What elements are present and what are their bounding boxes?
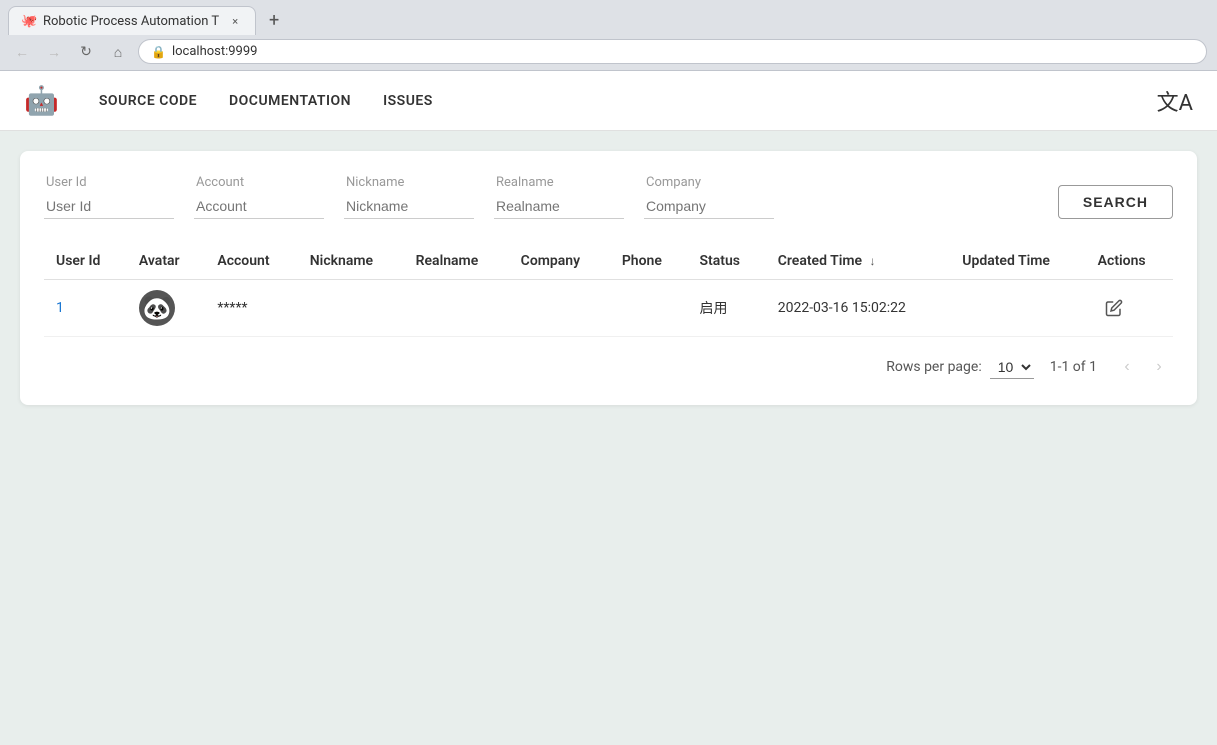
rows-per-page: Rows per page: 5 10 25 50: [886, 356, 1033, 379]
account-label: Account: [194, 175, 324, 190]
data-table: User Id Avatar Account Nickname Realname…: [44, 243, 1173, 337]
realname-input[interactable]: [494, 194, 624, 219]
edit-action-button[interactable]: [1098, 292, 1130, 324]
cell-status: 启用: [688, 280, 766, 337]
prev-page-button[interactable]: ‹: [1113, 353, 1141, 381]
company-label: Company: [644, 175, 774, 190]
col-realname: Realname: [404, 243, 509, 280]
table-row: 1 🐼 ***** 启用 2022-03-16 15:02:22: [44, 280, 1173, 337]
cell-account: *****: [205, 280, 297, 337]
tab-close-button[interactable]: ×: [227, 13, 243, 29]
url-text: localhost:9999: [172, 44, 258, 59]
cell-user-id: 1: [44, 280, 127, 337]
cell-realname: [404, 280, 509, 337]
user-id-input[interactable]: [44, 194, 174, 219]
reload-button[interactable]: ↻: [74, 40, 98, 64]
main-content: User Id Account Nickname Realname Compan…: [0, 131, 1217, 425]
next-page-button[interactable]: ›: [1145, 353, 1173, 381]
tab-bar: 🐙 Robotic Process Automation T × +: [0, 0, 1217, 35]
col-account: Account: [205, 243, 297, 280]
home-button[interactable]: ⌂: [106, 40, 130, 64]
sort-desc-icon: ↓: [870, 254, 876, 268]
pagination-row: Rows per page: 5 10 25 50 1-1 of 1 ‹ ›: [44, 337, 1173, 381]
data-card: User Id Account Nickname Realname Compan…: [20, 151, 1197, 405]
col-created-time[interactable]: Created Time ↓: [766, 243, 951, 280]
address-bar[interactable]: 🔒 localhost:9999: [138, 39, 1207, 64]
rows-per-page-select[interactable]: 5 10 25 50: [990, 356, 1034, 379]
cell-actions: [1086, 280, 1173, 337]
table-header: User Id Avatar Account Nickname Realname…: [44, 243, 1173, 280]
realname-label: Realname: [494, 175, 624, 190]
issues-link[interactable]: ISSUES: [383, 89, 433, 113]
table-body: 1 🐼 ***** 启用 2022-03-16 15:02:22: [44, 280, 1173, 337]
active-tab[interactable]: 🐙 Robotic Process Automation T ×: [8, 6, 256, 35]
col-updated-time: Updated Time: [950, 243, 1085, 280]
cell-updated-time: [950, 280, 1085, 337]
page-nav: ‹ ›: [1113, 353, 1173, 381]
tab-favicon: 🐙: [21, 14, 35, 28]
back-button[interactable]: ←: [10, 40, 34, 64]
col-avatar: Avatar: [127, 243, 205, 280]
account-input[interactable]: [194, 194, 324, 219]
col-company: Company: [509, 243, 610, 280]
user-id-field: User Id: [44, 175, 174, 219]
col-actions: Actions: [1086, 243, 1173, 280]
cell-nickname: [298, 280, 404, 337]
lock-icon: 🔒: [151, 45, 166, 59]
cell-avatar: 🐼: [127, 280, 205, 337]
filter-row: User Id Account Nickname Realname Compan…: [44, 175, 1173, 219]
address-bar-row: ← → ↻ ⌂ 🔒 localhost:9999: [0, 35, 1217, 70]
account-field: Account: [194, 175, 324, 219]
col-nickname: Nickname: [298, 243, 404, 280]
translate-icon[interactable]: 文A: [1157, 85, 1193, 117]
app-logo: 🤖: [24, 84, 59, 117]
col-user-id: User Id: [44, 243, 127, 280]
cell-phone: [610, 280, 688, 337]
realname-field: Realname: [494, 175, 624, 219]
col-phone: Phone: [610, 243, 688, 280]
tab-title: Robotic Process Automation T: [43, 14, 219, 29]
source-code-link[interactable]: SOURCE CODE: [99, 89, 197, 113]
avatar-emoji: 🐼: [142, 294, 172, 322]
rows-per-page-label: Rows per page:: [886, 359, 981, 375]
nickname-input[interactable]: [344, 194, 474, 219]
company-field: Company: [644, 175, 774, 219]
nickname-label: Nickname: [344, 175, 474, 190]
nav-links: SOURCE CODE DOCUMENTATION ISSUES: [99, 89, 1125, 113]
company-input[interactable]: [644, 194, 774, 219]
documentation-link[interactable]: DOCUMENTATION: [229, 89, 351, 113]
forward-button[interactable]: →: [42, 40, 66, 64]
nickname-field: Nickname: [344, 175, 474, 219]
browser-chrome: 🐙 Robotic Process Automation T × + ← → ↻…: [0, 0, 1217, 71]
cell-company: [509, 280, 610, 337]
cell-created-time: 2022-03-16 15:02:22: [766, 280, 951, 337]
page-info: 1-1 of 1: [1050, 359, 1097, 375]
user-id-label: User Id: [44, 175, 174, 190]
col-status: Status: [688, 243, 766, 280]
search-button[interactable]: SEARCH: [1058, 185, 1173, 219]
new-tab-button[interactable]: +: [260, 7, 288, 35]
avatar: 🐼: [139, 290, 175, 326]
app-header: 🤖 SOURCE CODE DOCUMENTATION ISSUES 文A: [0, 71, 1217, 131]
